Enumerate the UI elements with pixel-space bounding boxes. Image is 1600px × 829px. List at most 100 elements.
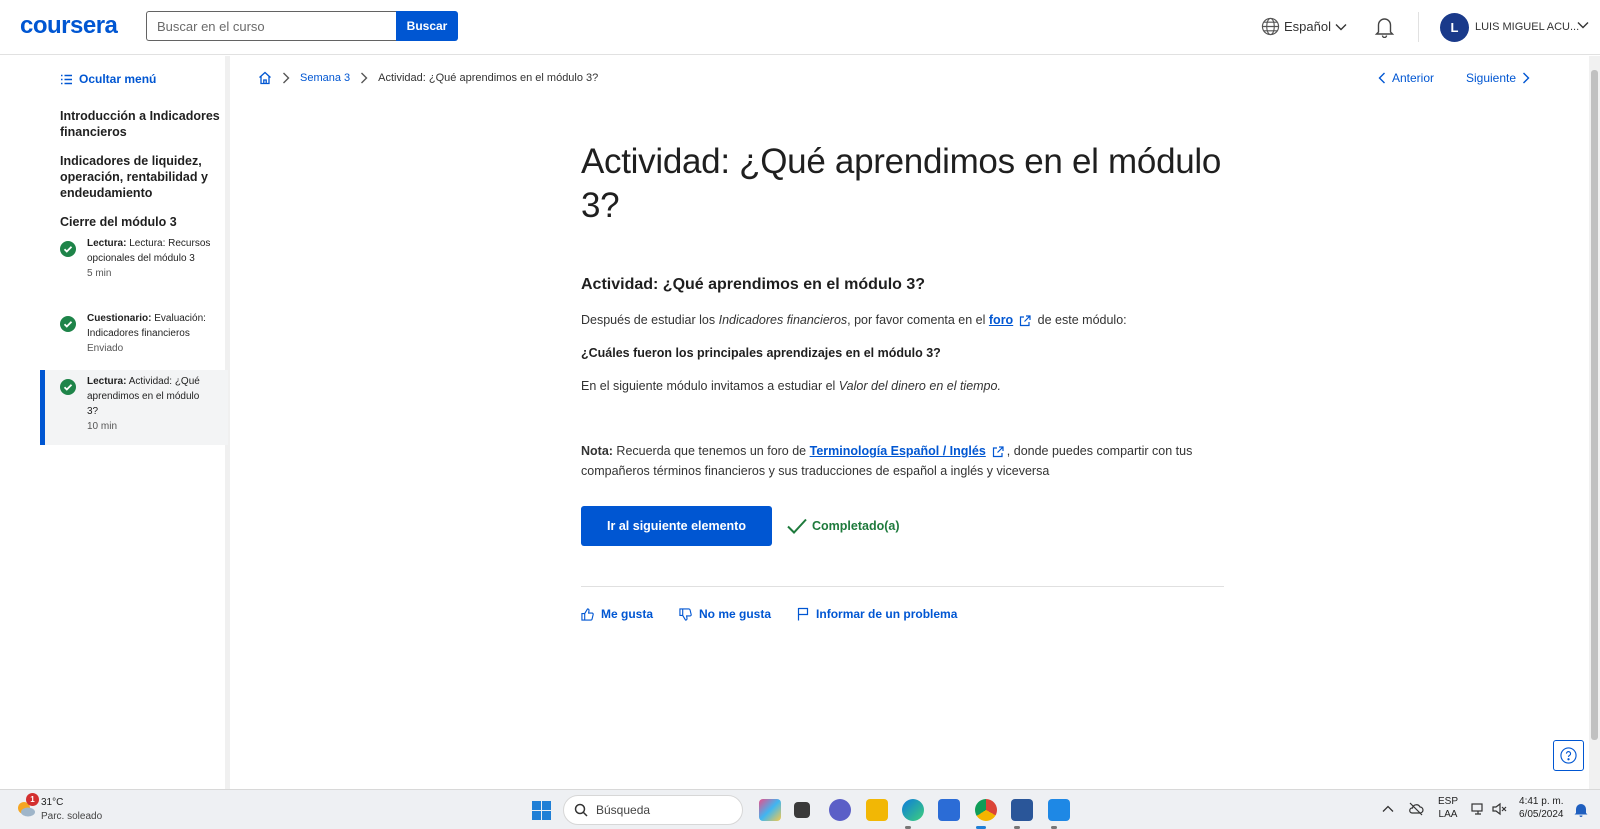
divider xyxy=(581,586,1224,587)
keyboard-language[interactable]: ESP LAA xyxy=(1438,795,1458,821)
external-link-icon xyxy=(1020,315,1031,326)
breadcrumb-week-link[interactable]: Semana 3 xyxy=(300,72,350,84)
store-app-icon[interactable] xyxy=(938,799,960,821)
hide-menu-button[interactable]: Ocultar menú xyxy=(60,72,156,86)
chevron-right-icon xyxy=(283,72,290,84)
lang-line-2: LAA xyxy=(1438,809,1458,820)
flag-icon xyxy=(797,607,809,621)
teams-chat-icon[interactable] xyxy=(829,799,851,821)
forum-link[interactable]: foro xyxy=(989,313,1013,327)
search-input[interactable] xyxy=(146,11,396,41)
course-sidebar: Ocultar menú Introducción a Indicadores … xyxy=(0,56,230,789)
network-icon[interactable] xyxy=(1471,802,1486,816)
like-label: Me gusta xyxy=(601,607,654,621)
previous-button[interactable]: Anterior xyxy=(1378,71,1434,85)
weather-temperature[interactable]: 31°C xyxy=(41,797,63,808)
globe-icon xyxy=(1261,17,1280,36)
chevron-right-icon xyxy=(1523,72,1530,84)
report-label: Informar de un problema xyxy=(816,607,958,621)
checkmark-icon xyxy=(787,518,807,534)
avatar[interactable]: L xyxy=(1440,13,1469,42)
sql-app-icon[interactable] xyxy=(1011,799,1033,821)
chevron-down-icon xyxy=(1335,23,1347,30)
chevron-left-icon xyxy=(1378,72,1385,84)
clock-date: 6/05/2024 xyxy=(1519,809,1564,820)
help-button[interactable] xyxy=(1553,740,1584,771)
completed-check-icon xyxy=(60,316,76,332)
report-problem-button[interactable]: Informar de un problema xyxy=(797,607,957,621)
item-type: Lectura: xyxy=(87,238,127,249)
section-title: Actividad: ¿Qué aprendimos en el módulo … xyxy=(581,276,926,293)
module-title-closing[interactable]: Cierre del módulo 3 xyxy=(60,214,220,230)
sidebar-item-quiz[interactable]: Cuestionario: Evaluación: Indicadores fi… xyxy=(40,311,228,354)
completed-status: Completado(a) xyxy=(786,517,900,535)
taskbar-search[interactable]: Búsqueda xyxy=(563,795,743,825)
module-title-indicators[interactable]: Indicadores de liquidez, operación, rent… xyxy=(60,153,220,201)
next-button[interactable]: Siguiente xyxy=(1466,71,1530,85)
weather-badge: 1 xyxy=(26,793,39,806)
text-emphasis: Valor del dinero en el tiempo. xyxy=(838,379,1001,393)
dislike-label: No me gusta xyxy=(699,607,772,621)
edge-browser-icon[interactable] xyxy=(902,799,924,821)
action-row: Ir al siguiente elemento Completado(a) xyxy=(581,506,1224,546)
clock[interactable]: 4:41 p. m. 6/05/2024 xyxy=(1519,795,1564,821)
feedback-row: Me gusta No me gusta Informar de un prob… xyxy=(581,607,1224,621)
sidebar-item-resources[interactable]: Lectura: Lectura: Recursos opcionales de… xyxy=(40,236,228,279)
item-type: Cuestionario: xyxy=(87,313,152,324)
hide-menu-label: Ocultar menú xyxy=(79,72,157,86)
item-duration: 5 min xyxy=(87,268,112,279)
lang-line-1: ESP xyxy=(1438,796,1459,807)
next-module-paragraph: En el siguiente módulo invitamos a estud… xyxy=(581,376,1224,396)
search-icon xyxy=(574,803,588,817)
external-link-icon xyxy=(992,446,1004,457)
language-selector[interactable]: Español xyxy=(1261,17,1347,36)
go-to-next-item-button[interactable]: Ir al siguiente elemento xyxy=(581,506,772,546)
text-segment: Recuerda que tenemos un foro de xyxy=(612,444,810,458)
search-button[interactable]: Buscar xyxy=(396,11,458,41)
copilot-app-icon[interactable] xyxy=(759,799,781,821)
text-emphasis: Indicadores financieros xyxy=(718,313,848,327)
thumbs-down-icon xyxy=(679,607,692,621)
page-title: Actividad: ¿Qué aprendimos en el módulo … xyxy=(581,142,1222,225)
user-menu-chevron-icon[interactable] xyxy=(1577,21,1589,29)
windows-start-icon[interactable] xyxy=(532,801,551,820)
text-segment: Después de estudiar los xyxy=(581,313,719,327)
help-icon xyxy=(1560,747,1577,764)
weather-condition[interactable]: Parc. soleado xyxy=(41,811,102,822)
cloud-offline-icon[interactable] xyxy=(1408,802,1424,816)
language-label: Español xyxy=(1284,19,1331,34)
next-label: Siguiente xyxy=(1466,71,1517,85)
terminal-app-icon[interactable] xyxy=(794,802,810,818)
completed-label: Completado(a) xyxy=(812,519,900,533)
sidebar-item-text: Lectura: Actividad: ¿Qué aprendimos en e… xyxy=(87,374,211,419)
home-icon[interactable] xyxy=(258,71,272,85)
notification-bell-icon[interactable] xyxy=(1574,802,1588,817)
terminology-forum-link[interactable]: Terminología Español / Inglés xyxy=(810,444,986,458)
sidebar-item-activity[interactable]: Lectura: Actividad: ¿Qué aprendimos en e… xyxy=(40,370,228,445)
coursera-logo[interactable]: coursera xyxy=(20,12,118,40)
scrollbar-thumb[interactable] xyxy=(1591,70,1598,740)
text-segment: de este módulo: xyxy=(1034,313,1127,327)
sidebar-item-text: Lectura: Lectura: Recursos opcionales de… xyxy=(87,236,228,266)
notifications-bell-icon[interactable] xyxy=(1374,16,1395,38)
instructions-paragraph: Después de estudiar los Indicadores fina… xyxy=(581,310,1224,330)
list-icon xyxy=(61,74,72,84)
username[interactable]: LUIS MIGUEL ACU... xyxy=(1475,21,1579,33)
completed-check-icon xyxy=(60,241,76,257)
speaker-muted-icon[interactable] xyxy=(1492,802,1507,816)
question-paragraph: ¿Cuáles fueron los principales aprendiza… xyxy=(581,346,941,360)
dislike-button[interactable]: No me gusta xyxy=(679,607,771,621)
chrome-browser-icon[interactable] xyxy=(975,799,997,821)
note-label: Nota: xyxy=(581,444,613,458)
breadcrumb-current: Actividad: ¿Qué aprendimos en el módulo … xyxy=(378,72,599,84)
chevron-up-icon[interactable] xyxy=(1382,805,1394,813)
like-button[interactable]: Me gusta xyxy=(581,607,653,621)
file-explorer-icon[interactable] xyxy=(866,799,888,821)
vscode-app-icon[interactable] xyxy=(1048,799,1070,821)
chevron-right-icon xyxy=(361,72,368,84)
item-duration: 10 min xyxy=(87,421,118,432)
header-divider xyxy=(1418,12,1419,42)
clock-time: 4:41 p. m. xyxy=(1519,796,1564,807)
previous-label: Anterior xyxy=(1392,71,1435,85)
module-title-intro[interactable]: Introducción a Indicadores financieros xyxy=(60,108,220,140)
